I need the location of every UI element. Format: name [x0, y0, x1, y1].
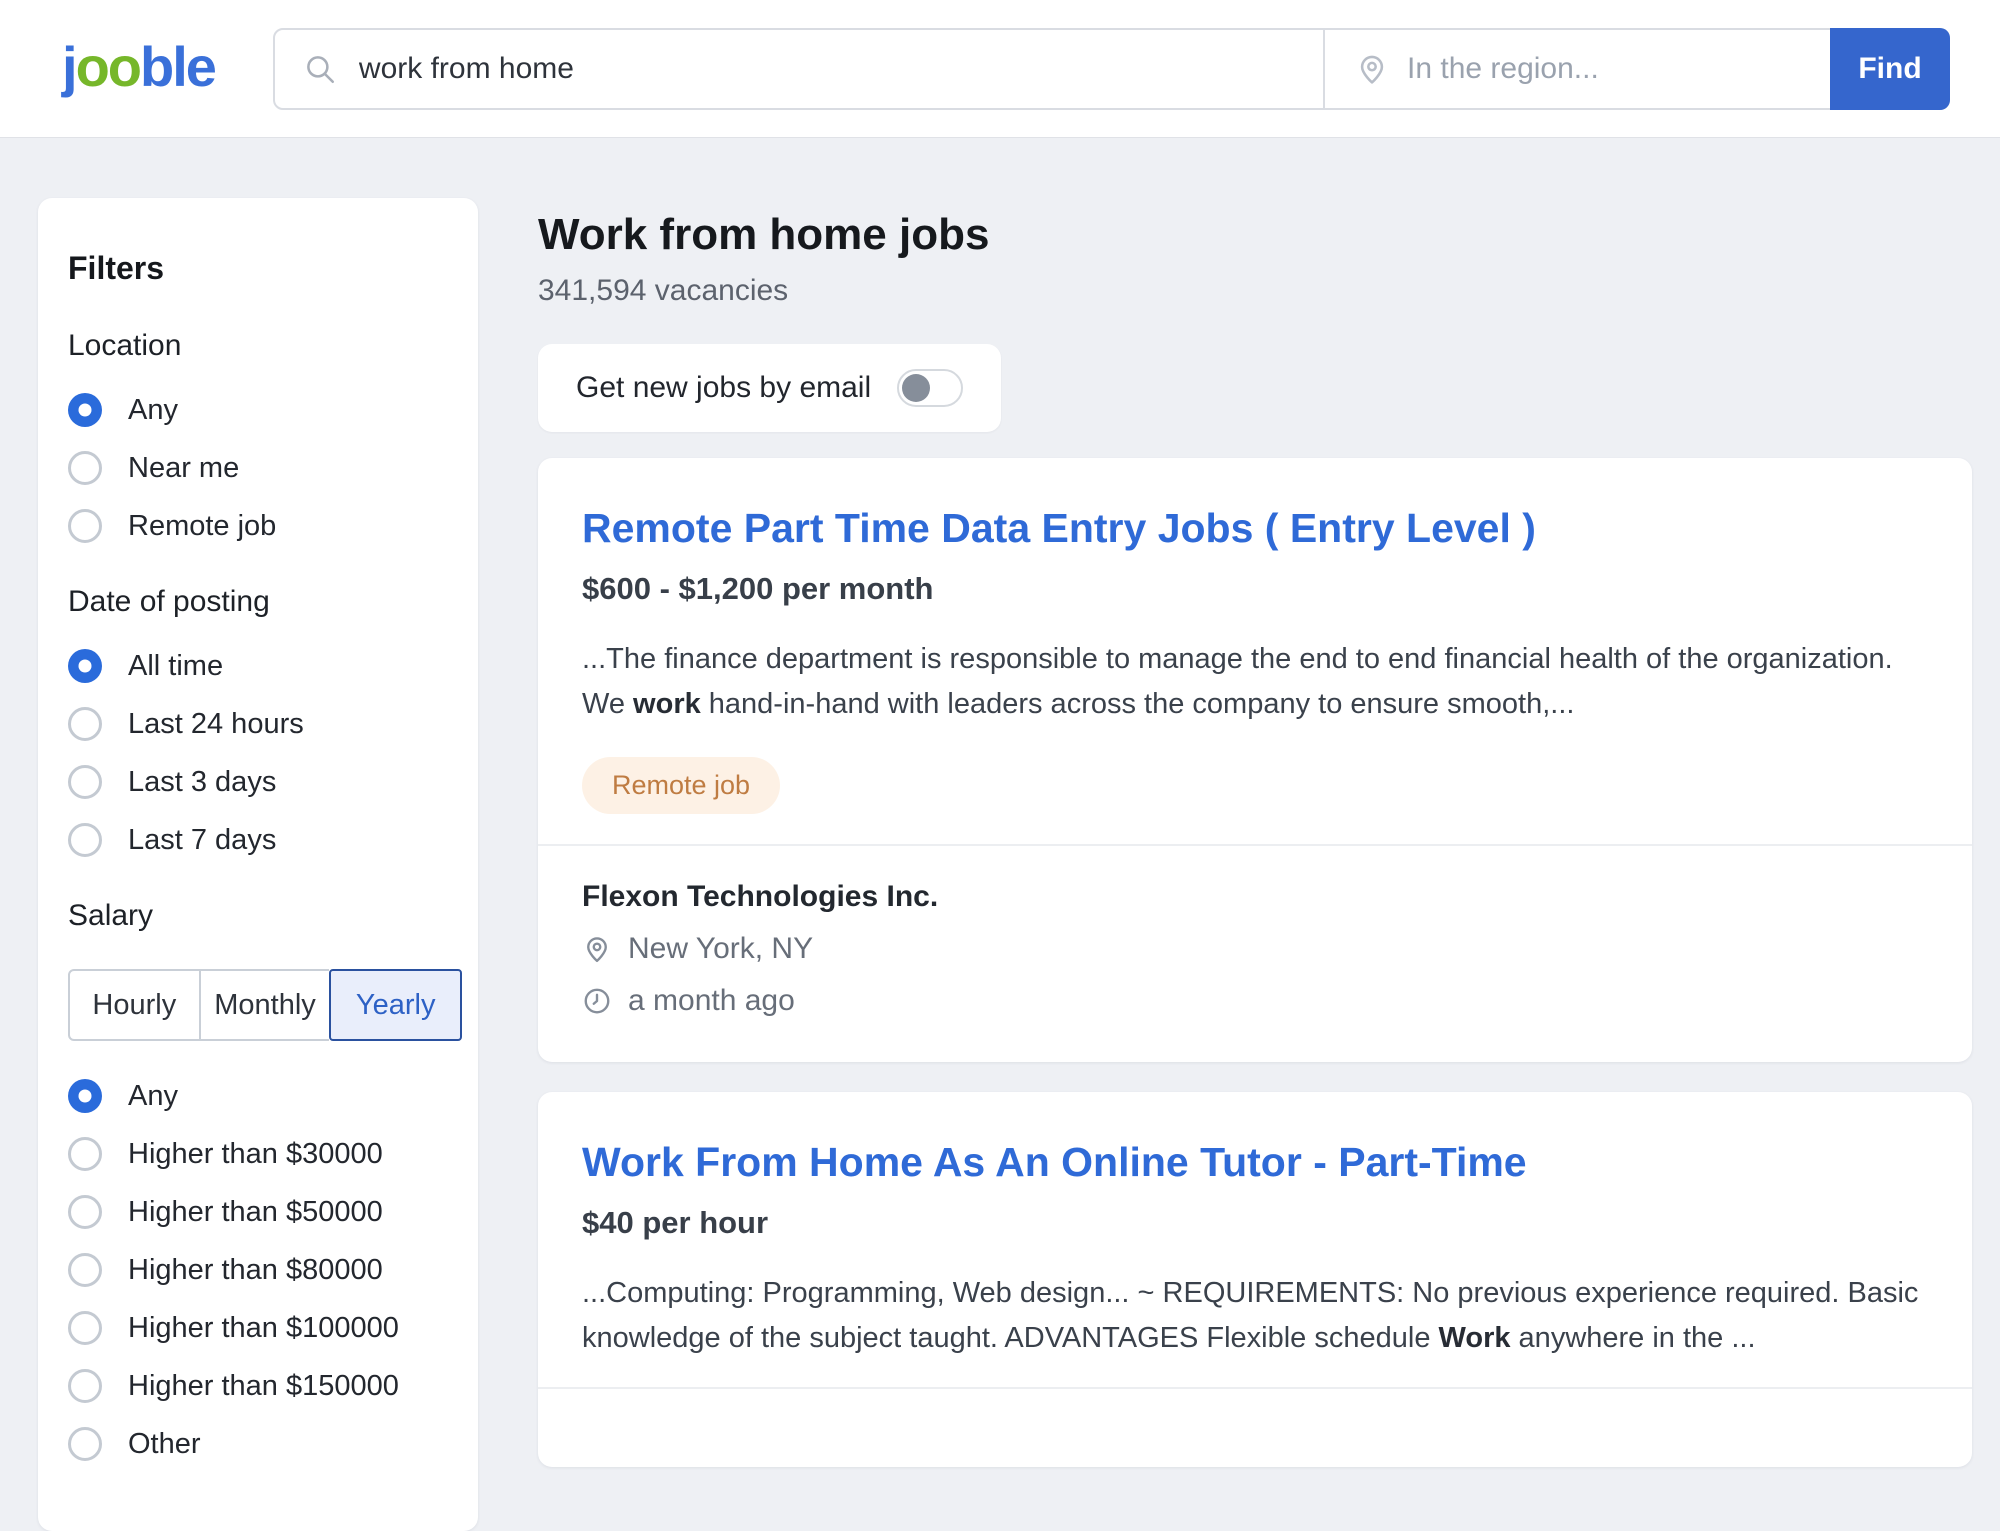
remote-job-badge: Remote job — [582, 757, 780, 814]
radio-label: Last 3 days — [128, 766, 276, 799]
radio-salary-50000[interactable]: Higher than $50000 — [68, 1195, 450, 1229]
jooble-logo[interactable]: jooble — [62, 39, 215, 95]
radio-date-last-3-days[interactable]: Last 3 days — [68, 765, 450, 799]
radio-label: Higher than $50000 — [128, 1196, 383, 1229]
radio-dot — [68, 1137, 102, 1171]
filters-title: Filters — [68, 250, 450, 287]
job-description-highlight: work — [633, 688, 701, 720]
radio-label: Other — [128, 1428, 201, 1461]
content: Filters Location Any Near me Remote job … — [0, 138, 2000, 1531]
pin-icon — [582, 934, 612, 964]
company-name: Flexon Technologies Inc. — [582, 880, 1928, 914]
section-label-location: Location — [68, 329, 450, 363]
radio-label: Near me — [128, 452, 239, 485]
radio-salary-100000[interactable]: Higher than $100000 — [68, 1311, 450, 1345]
job-salary: $600 - $1,200 per month — [582, 571, 1928, 607]
radio-location-any[interactable]: Any — [68, 393, 450, 427]
radio-label: Remote job — [128, 510, 276, 543]
search-icon — [303, 52, 337, 86]
vacancies-count: 341,594 vacancies — [538, 274, 1972, 308]
radio-salary-80000[interactable]: Higher than $80000 — [68, 1253, 450, 1287]
job-description-post: anywhere in the ... — [1511, 1322, 1756, 1354]
job-card-body: Remote Part Time Data Entry Jobs ( Entry… — [538, 458, 1972, 844]
logo-part-oo: oo — [76, 35, 140, 98]
tab-hourly[interactable]: Hourly — [68, 969, 201, 1041]
radio-dot — [68, 765, 102, 799]
radio-dot — [68, 1427, 102, 1461]
radio-salary-150000[interactable]: Higher than $150000 — [68, 1369, 450, 1403]
search-bar: Find — [273, 28, 1950, 110]
header: jooble Find — [0, 0, 2000, 138]
toggle-knob — [902, 374, 930, 402]
radio-date-last-7-days[interactable]: Last 7 days — [68, 823, 450, 857]
job-description: ...Computing: Programming, Web design...… — [582, 1271, 1922, 1361]
logo-part-ble: ble — [140, 35, 215, 98]
radio-dot — [68, 1079, 102, 1113]
radio-dot — [68, 707, 102, 741]
job-posted-row: a month ago — [582, 984, 1928, 1018]
location-pin-icon — [1355, 52, 1389, 86]
radio-dot — [68, 823, 102, 857]
radio-label: Any — [128, 1080, 178, 1113]
job-card: Remote Part Time Data Entry Jobs ( Entry… — [538, 458, 1972, 1062]
job-location: New York, NY — [628, 932, 813, 966]
section-label-salary: Salary — [68, 899, 450, 933]
radio-label: Higher than $150000 — [128, 1370, 399, 1403]
radio-label: Higher than $80000 — [128, 1254, 383, 1287]
radio-label: Higher than $100000 — [128, 1312, 399, 1345]
section-label-date-of-posting: Date of posting — [68, 585, 450, 619]
radio-dot — [68, 1253, 102, 1287]
radio-label: Any — [128, 394, 178, 427]
radio-dot — [68, 649, 102, 683]
job-location-row: New York, NY — [582, 932, 1928, 966]
radio-label: Last 7 days — [128, 824, 276, 857]
page-title: Work from home jobs — [538, 210, 1972, 260]
radio-label: All time — [128, 650, 223, 683]
job-description: ...The finance department is responsible… — [582, 637, 1922, 727]
radio-salary-other[interactable]: Other — [68, 1427, 450, 1461]
radio-salary-30000[interactable]: Higher than $30000 — [68, 1137, 450, 1171]
job-card: Work From Home As An Online Tutor - Part… — [538, 1092, 1972, 1467]
radio-location-near-me[interactable]: Near me — [68, 451, 450, 485]
region-input[interactable] — [1407, 52, 1830, 86]
search-input[interactable] — [359, 52, 1323, 86]
keyword-field — [275, 30, 1323, 108]
radio-label: Higher than $30000 — [128, 1138, 383, 1171]
radio-dot — [68, 509, 102, 543]
tab-monthly[interactable]: Monthly — [201, 969, 330, 1041]
radio-dot — [68, 451, 102, 485]
filters-panel: Filters Location Any Near me Remote job … — [38, 198, 478, 1531]
radio-date-all-time[interactable]: All time — [68, 649, 450, 683]
job-description-highlight: Work — [1439, 1322, 1511, 1354]
email-toggle-label: Get new jobs by email — [576, 371, 871, 405]
email-toggle-switch[interactable] — [897, 369, 963, 407]
clock-icon — [582, 986, 612, 1016]
radio-dot — [68, 1195, 102, 1229]
job-card-body: Work From Home As An Online Tutor - Part… — [538, 1092, 1972, 1387]
radio-salary-any[interactable]: Any — [68, 1079, 450, 1113]
salary-period-tabs: Hourly Monthly Yearly — [68, 969, 462, 1041]
job-title-link[interactable]: Work From Home As An Online Tutor - Part… — [582, 1140, 1527, 1185]
job-title-link[interactable]: Remote Part Time Data Entry Jobs ( Entry… — [582, 506, 1536, 551]
email-subscription-pill: Get new jobs by email — [538, 344, 1001, 432]
job-card-footer: Flexon Technologies Inc. New York, NY — [538, 846, 1972, 1062]
radio-label: Last 24 hours — [128, 708, 304, 741]
radio-location-remote-job[interactable]: Remote job — [68, 509, 450, 543]
radio-dot — [68, 1311, 102, 1345]
job-posted: a month ago — [628, 984, 795, 1018]
radio-dot — [68, 393, 102, 427]
results-column: Work from home jobs 341,594 vacancies Ge… — [538, 198, 1972, 1467]
tab-yearly[interactable]: Yearly — [329, 969, 462, 1041]
job-card-footer — [538, 1389, 1972, 1467]
job-salary: $40 per hour — [582, 1205, 1928, 1241]
job-description-post: hand-in-hand with leaders across the com… — [701, 688, 1575, 720]
find-button[interactable]: Find — [1830, 28, 1950, 110]
radio-dot — [68, 1369, 102, 1403]
radio-date-last-24-hours[interactable]: Last 24 hours — [68, 707, 450, 741]
logo-part-j: j — [62, 35, 76, 98]
region-field — [1325, 30, 1830, 108]
